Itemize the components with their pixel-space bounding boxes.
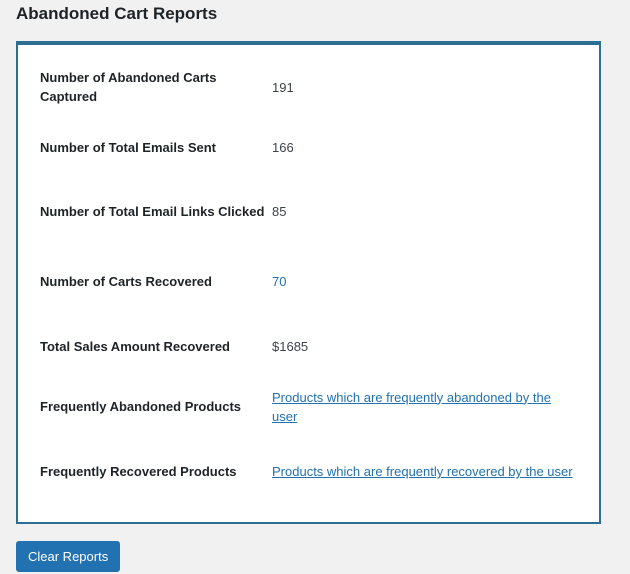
table-row: Number of Total Emails Sent 166	[18, 117, 599, 177]
page-title: Abandoned Cart Reports	[16, 4, 218, 23]
report-panel: Number of Abandoned Carts Captured 191 N…	[16, 41, 601, 524]
table-row: Number of Carts Recovered 70	[18, 246, 599, 316]
table-row: Total Sales Amount Recovered $1685	[18, 316, 599, 376]
clear-reports-button[interactable]: Clear Reports	[16, 541, 121, 572]
carts-recovered-label: Number of Carts Recovered	[40, 273, 212, 289]
table-row: Frequently Abandoned Products Products w…	[18, 376, 599, 437]
report-table: Number of Abandoned Carts Captured 191 N…	[18, 57, 599, 506]
abandoned-products-label: Frequently Abandoned Products	[40, 399, 242, 414]
abandoned-carts-label: Number of Abandoned Carts Captured	[40, 70, 217, 104]
emails-sent-value: 166	[272, 139, 294, 155]
sales-recovered-label: Total Sales Amount Recovered	[40, 338, 230, 354]
sales-recovered-value: $1685	[272, 338, 309, 354]
table-row: Number of Total Email Links Clicked 85	[18, 177, 599, 246]
emails-sent-label: Number of Total Emails Sent	[40, 139, 217, 155]
table-row: Frequently Recovered Products Products w…	[18, 437, 599, 506]
table-row: Number of Abandoned Carts Captured 191	[18, 57, 599, 117]
recovered-products-label: Frequently Recovered Products	[40, 464, 237, 479]
links-clicked-label: Number of Total Email Links Clicked	[40, 204, 265, 219]
links-clicked-value: 85	[272, 204, 287, 219]
abandoned-products-link[interactable]: Products which are frequently abandoned …	[272, 390, 551, 424]
reports-page: Abandoned Cart Reports Number of Abandon…	[0, 0, 630, 574]
abandoned-carts-value: 191	[272, 79, 294, 95]
recovered-products-link[interactable]: Products which are frequently recovered …	[272, 464, 573, 479]
carts-recovered-link[interactable]: 70	[272, 274, 286, 289]
